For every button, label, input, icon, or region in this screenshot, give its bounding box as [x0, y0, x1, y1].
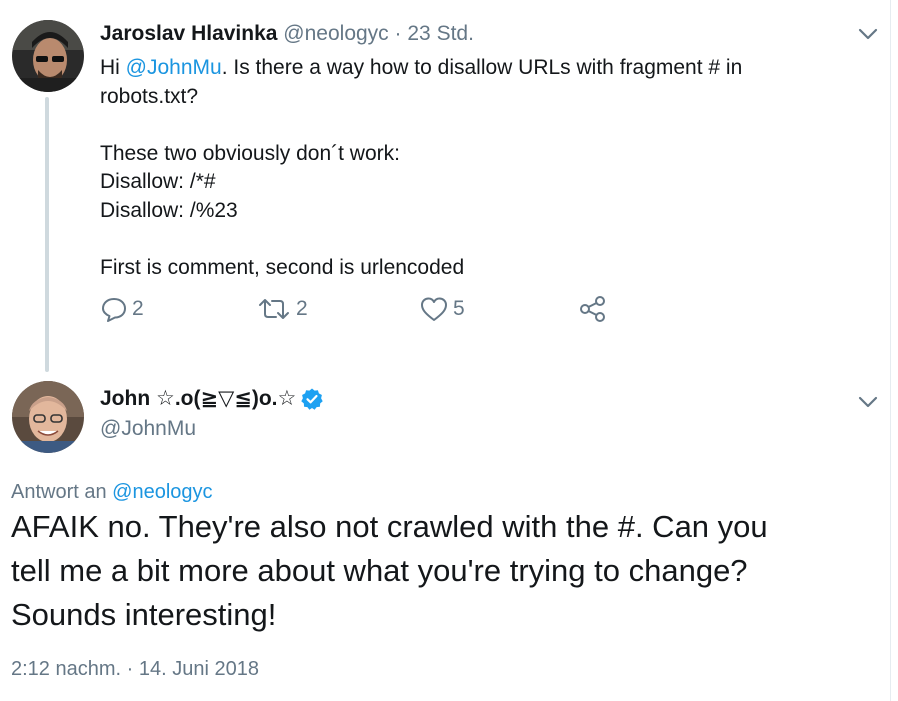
tweet2-text-line1: AFAIK no. They're also not crawled with … — [11, 509, 768, 544]
tweet2-author-name[interactable]: John ☆.o(≧▽≦)o.☆ — [100, 384, 296, 414]
tweet1-separator: · — [394, 22, 402, 45]
reply-count: 2 — [132, 297, 144, 320]
tweet1-text-line1: . Is there a way how to disallow URLs wi… — [221, 56, 743, 79]
avatar-john[interactable] — [12, 381, 84, 453]
tweet2-text-line2: tell me a bit more about what you're try… — [11, 553, 748, 588]
tweet1-text-line3: These two obviously don´t work: — [100, 141, 400, 165]
verified-badge-icon — [301, 388, 324, 410]
tweet1-handle[interactable]: @neologyc — [283, 22, 388, 45]
share-button[interactable] — [578, 294, 608, 324]
tweet1-text: Hi @JohnMu. Is there a way how to disall… — [100, 54, 820, 282]
tweet2-author-line: John ☆.o(≧▽≦)o.☆ — [100, 384, 324, 414]
tweet2-timestamp[interactable]: 2:12 nachm. · 14. Juni 2018 — [11, 655, 259, 683]
like-button[interactable]: 5 — [419, 294, 465, 324]
tweet1-text-line5: Disallow: /%23 — [100, 198, 238, 222]
tweet1-text-line4: Disallow: /*# — [100, 170, 216, 193]
retweet-icon — [259, 299, 289, 319]
tweet1-text-line6: First is comment, second is urlencoded — [100, 255, 465, 279]
tweet1-time[interactable]: 23 Std. — [407, 22, 474, 45]
chevron-down-icon[interactable] — [854, 20, 882, 48]
tweet2-text-line3: Sounds interesting! — [11, 597, 277, 632]
reply-to-label: Antwort an — [11, 481, 113, 503]
reply-to-handle-link[interactable]: @neologyc — [112, 481, 212, 503]
chevron-down-icon[interactable] — [854, 388, 882, 416]
reply-icon — [102, 298, 126, 322]
tweet2-text: AFAIK no. They're also not crawled with … — [11, 505, 871, 637]
retweet-button[interactable]: 2 — [256, 294, 308, 324]
mention-link[interactable]: @JohnMu — [126, 56, 222, 79]
timeline-border — [890, 0, 891, 701]
retweet-count: 2 — [296, 297, 308, 320]
avatar-jaroslav[interactable] — [12, 20, 84, 92]
tweet1-author-name[interactable]: Jaroslav Hlavinka — [100, 22, 277, 45]
reply-to-line: Antwort an @neologyc — [11, 478, 213, 506]
tweet1-text-prefix: Hi — [100, 56, 126, 79]
like-count: 5 — [453, 297, 465, 320]
share-icon — [580, 296, 605, 322]
tweet1-header: Jaroslav Hlavinka @neologyc · 23 Std. — [100, 20, 474, 48]
thread-connector-line — [45, 97, 49, 372]
like-icon — [421, 297, 447, 321]
tweet1-text-line2: robots.txt? — [100, 84, 199, 108]
reply-button[interactable]: 2 — [100, 294, 144, 324]
tweet2-handle[interactable]: @JohnMu — [100, 414, 196, 444]
